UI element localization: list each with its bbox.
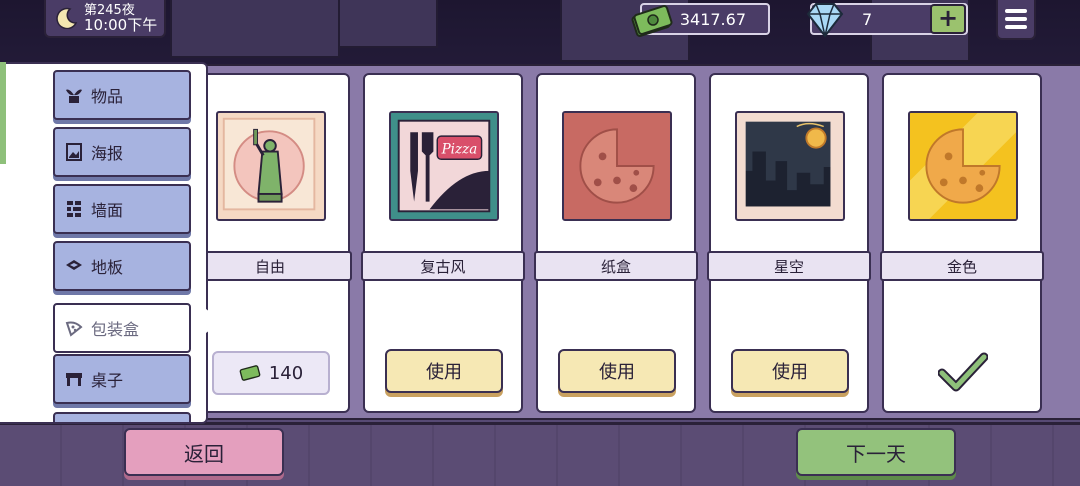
item-card-liberty[interactable]: 自由 140 xyxy=(188,73,352,413)
item-card-cardboard[interactable]: 纸盒 使用 xyxy=(534,73,698,413)
category-floors[interactable]: 地板 xyxy=(53,241,191,291)
category-label: 物品 xyxy=(91,87,124,106)
buy-price-button[interactable]: 140 xyxy=(212,351,330,395)
category-tables[interactable]: 桌子 xyxy=(53,354,191,404)
building-silhouette xyxy=(170,0,340,58)
menu-button[interactable] xyxy=(996,0,1036,40)
item-thumbnail xyxy=(562,111,672,221)
cash-icon xyxy=(239,365,261,381)
item-thumbnail xyxy=(216,111,326,221)
item-card-retro[interactable]: Pizza 复古风 使用 xyxy=(361,73,525,413)
item-thumbnail xyxy=(735,111,845,221)
category-sidebar: 物品 海报 墙面 地板 包装盒 桌子 xyxy=(0,62,208,424)
sidebar-accent xyxy=(0,62,6,164)
category-label: 桌子 xyxy=(91,371,124,390)
next-day-button[interactable]: 下一天 xyxy=(796,428,956,476)
pizza-slice-icon xyxy=(65,321,83,337)
night-skyline-icon xyxy=(739,115,837,213)
cardboard-pizza-box-icon xyxy=(564,113,670,219)
category-label: 墙面 xyxy=(91,201,124,220)
hamburger-icon xyxy=(1005,9,1027,13)
cash-stack-icon xyxy=(631,5,673,37)
building-silhouette xyxy=(338,0,438,48)
poster-icon xyxy=(66,143,82,161)
use-button[interactable]: 使用 xyxy=(731,349,849,393)
use-button[interactable]: 使用 xyxy=(558,349,676,393)
category-label: 地板 xyxy=(91,258,124,277)
buy-gems-button[interactable]: + xyxy=(930,4,966,34)
category-posters[interactable]: 海报 xyxy=(53,127,191,177)
brick-wall-icon xyxy=(67,201,81,217)
gold-pizza-box-icon xyxy=(910,113,1016,219)
moon-icon xyxy=(56,7,78,29)
selected-category-pointer xyxy=(206,309,222,333)
back-button[interactable]: 返回 xyxy=(124,428,284,476)
item-thumbnail xyxy=(908,111,1018,221)
svg-text:Pizza: Pizza xyxy=(441,141,478,157)
item-name: 自由 xyxy=(188,251,352,281)
category-boxes[interactable]: 包装盒 xyxy=(53,303,191,353)
night-counter: 第245夜 10:00下午 xyxy=(44,0,166,38)
checkmark-icon xyxy=(938,352,988,392)
money-amount: 3417.67 xyxy=(679,9,746,29)
category-label: 海报 xyxy=(91,144,124,163)
item-thumbnail: Pizza xyxy=(389,111,499,221)
gem-amount: 7 xyxy=(862,9,873,29)
retro-pizza-box-icon: Pizza xyxy=(391,113,497,219)
price-value: 140 xyxy=(268,362,304,384)
plant-icon xyxy=(66,89,82,103)
diamond-icon xyxy=(806,3,844,38)
item-name: 复古风 xyxy=(361,251,525,281)
use-button[interactable]: 使用 xyxy=(385,349,503,393)
item-name: 纸盒 xyxy=(534,251,698,281)
item-card-starry-sky[interactable]: 星空 使用 xyxy=(707,73,871,413)
category-walls[interactable]: 墙面 xyxy=(53,184,191,234)
table-icon xyxy=(66,373,82,386)
floor-tiles-icon xyxy=(66,260,82,270)
clock-time: 10:00下午 xyxy=(84,16,158,34)
category-more[interactable] xyxy=(53,412,191,422)
category-label: 包装盒 xyxy=(91,320,140,339)
item-name: 金色 xyxy=(880,251,1044,281)
item-name: 星空 xyxy=(707,251,871,281)
category-items[interactable]: 物品 xyxy=(53,70,191,120)
item-card-gold[interactable]: 金色 xyxy=(880,73,1044,413)
statue-of-liberty-icon xyxy=(222,117,316,211)
